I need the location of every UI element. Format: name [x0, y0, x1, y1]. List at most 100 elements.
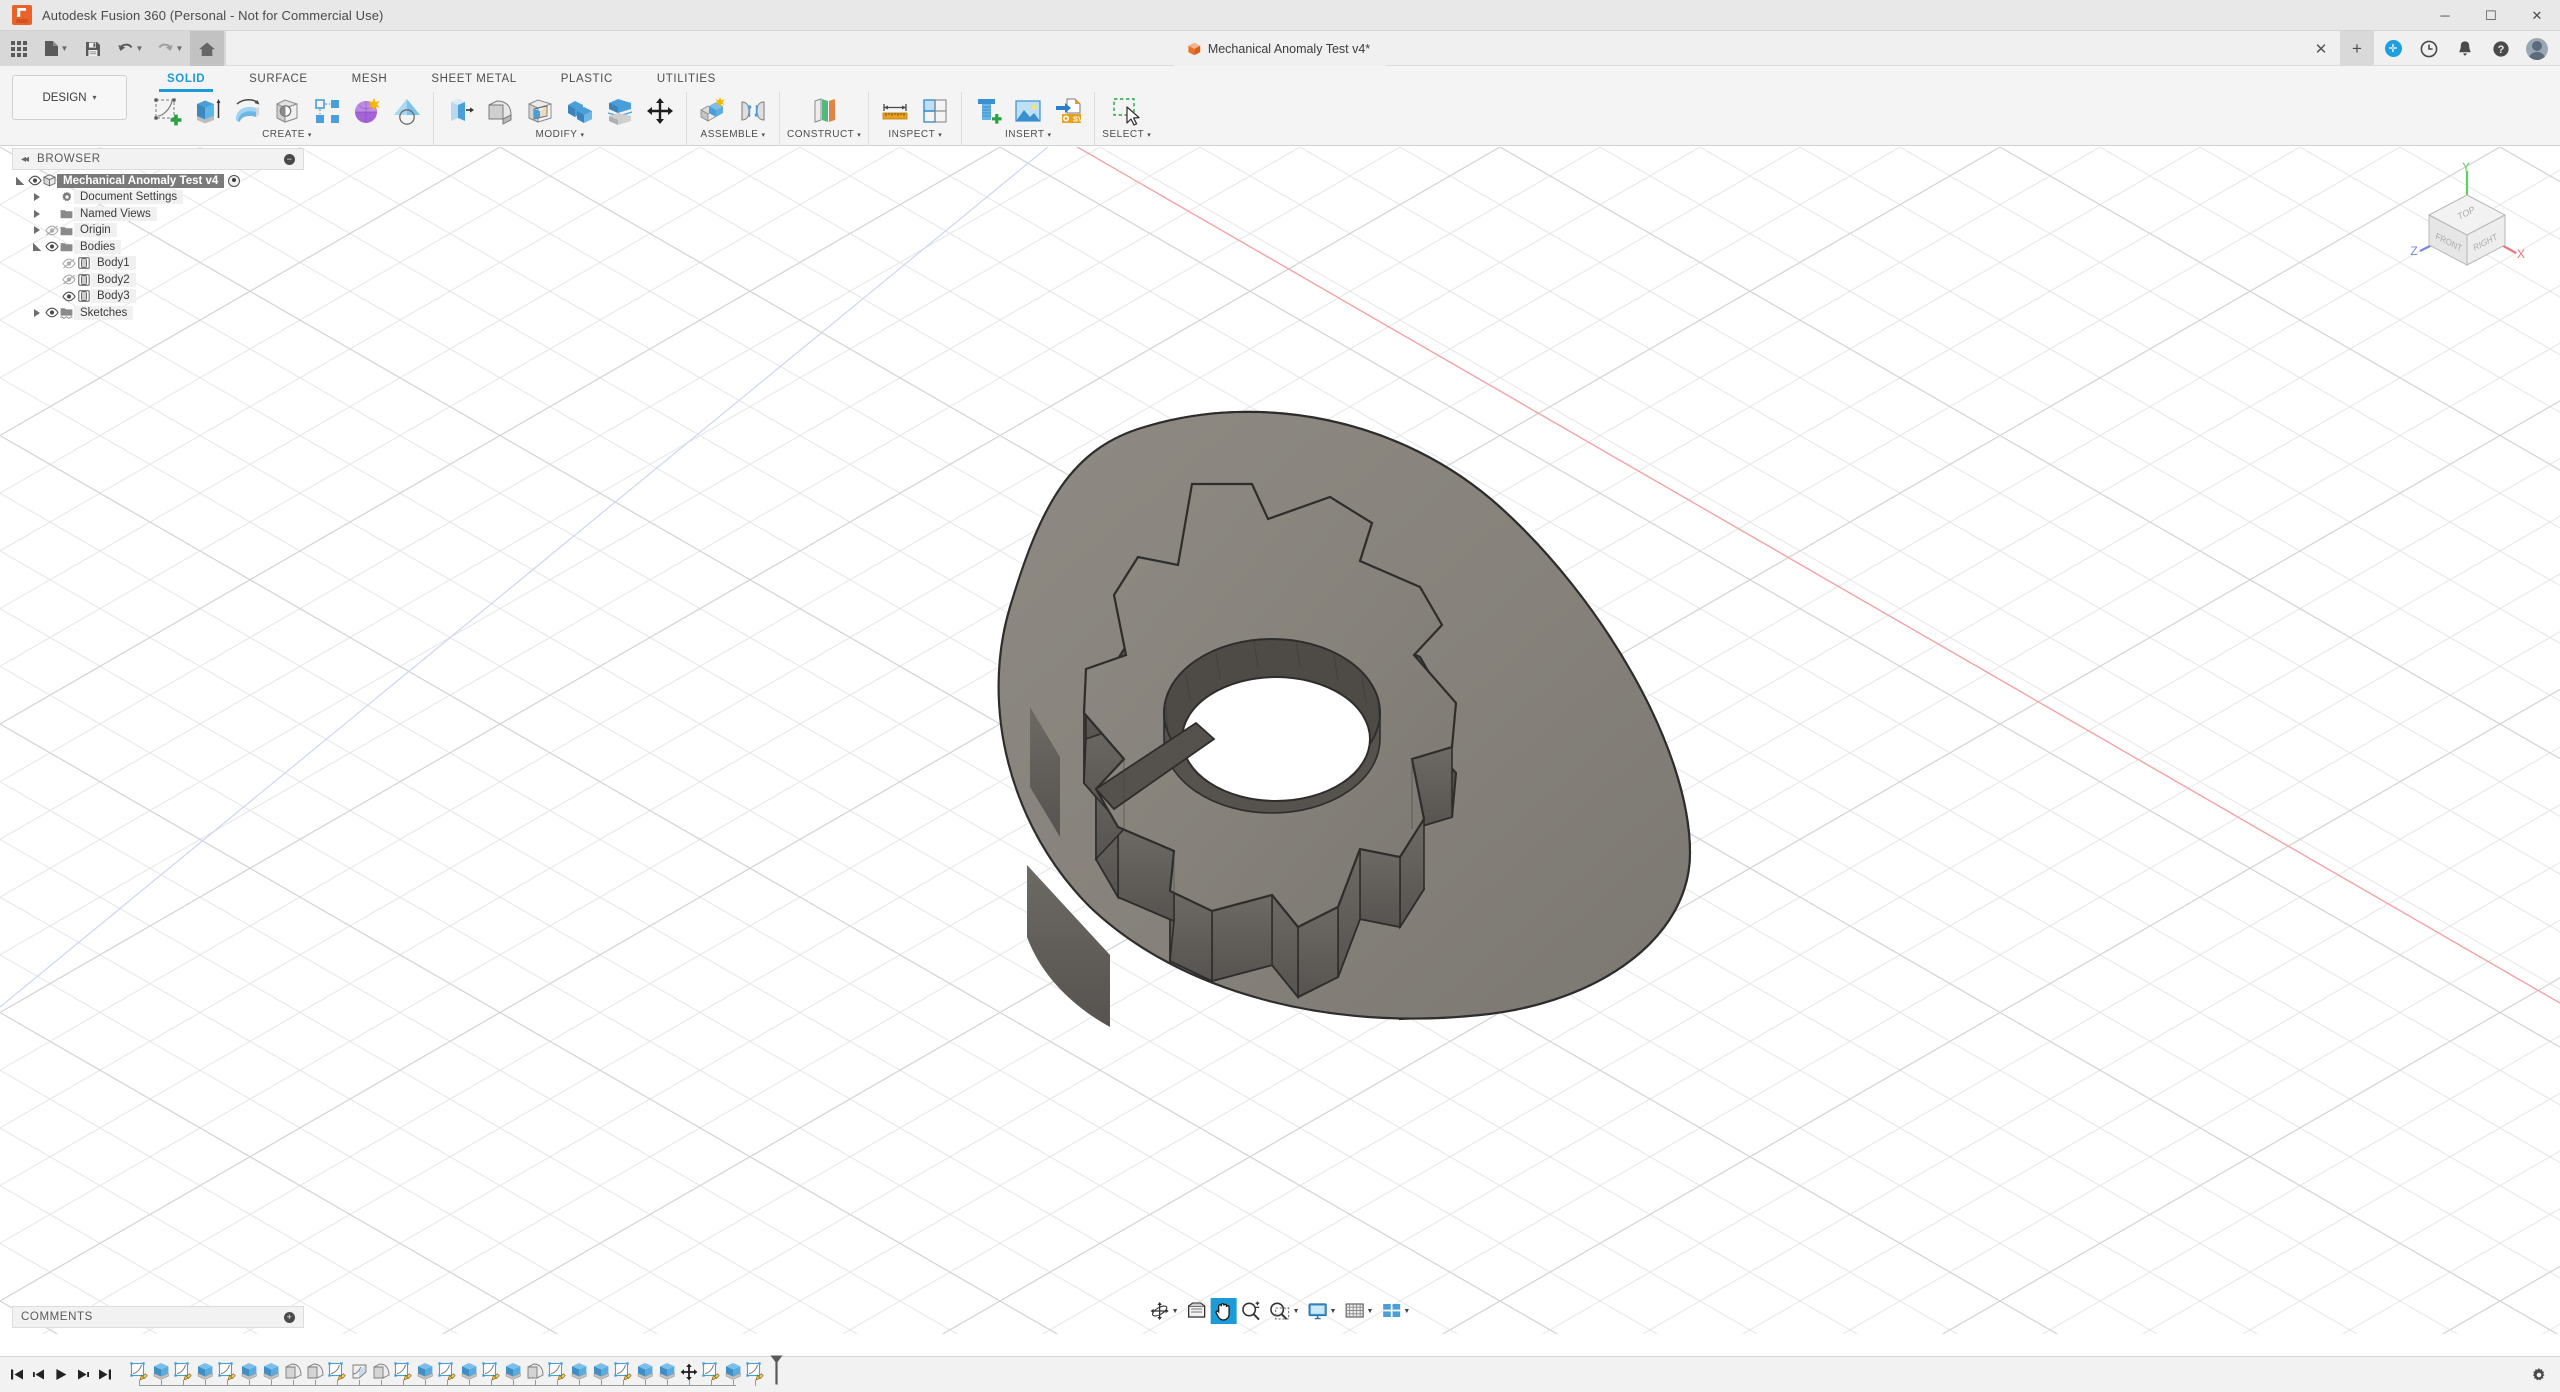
tab-plastic[interactable]: PLASTIC — [539, 66, 635, 92]
display-settings-button[interactable]: ▼ — [1304, 1298, 1341, 1324]
extension-badge-button[interactable]: ✛ — [2376, 33, 2410, 64]
redo-button[interactable]: ▼ — [150, 31, 190, 66]
panel-inspect-label[interactable]: INSPECT ▾ — [888, 129, 942, 140]
tree-item-mechanical-anomaly-test-v4[interactable]: Mechanical Anomaly Test v4 — [12, 173, 304, 188]
sphere-button[interactable] — [348, 93, 386, 129]
tree-item-body1[interactable]: Body1 — [12, 256, 304, 271]
workspace-selector[interactable]: DESIGN ▾ — [12, 75, 127, 120]
maximize-button[interactable]: ☐ — [2468, 0, 2514, 31]
tab-solid[interactable]: SOLID — [145, 66, 227, 92]
new-component-button[interactable] — [694, 93, 732, 129]
tree-item-body3[interactable]: Body3 — [12, 289, 304, 304]
offset-plane-button[interactable] — [805, 93, 843, 129]
tree-item-origin[interactable]: Origin — [12, 223, 304, 238]
look-at-button[interactable] — [1183, 1298, 1211, 1324]
timeline-end-marker[interactable] — [770, 1355, 783, 1390]
hole-button[interactable] — [268, 93, 306, 129]
view-cube[interactable]: Y X Z TOP FRONT RIGHT — [2402, 159, 2532, 279]
select-button[interactable] — [1108, 93, 1146, 129]
eye-hidden-icon[interactable] — [61, 274, 76, 285]
tab-surface[interactable]: SURFACE — [227, 66, 330, 92]
activate-component-radio[interactable] — [228, 174, 241, 187]
section-analysis-button[interactable] — [916, 93, 954, 129]
eye-visible-icon[interactable] — [61, 291, 76, 302]
go-to-end-button[interactable] — [94, 1362, 116, 1388]
home-button[interactable] — [190, 31, 224, 66]
panel-insert: SVG INSERT▾ — [961, 92, 1094, 146]
document-tab-close-button[interactable]: ✕ — [2304, 33, 2338, 64]
revolve-button[interactable] — [228, 93, 266, 129]
timeline-settings-button[interactable] — [2528, 1364, 2550, 1386]
eye-visible-icon[interactable] — [44, 307, 59, 318]
expander-closed-icon[interactable] — [29, 226, 44, 234]
viewports-button[interactable]: ▼ — [1377, 1298, 1414, 1324]
fit-button[interactable]: ▼ — [1265, 1298, 1304, 1324]
play-button[interactable] — [50, 1362, 72, 1388]
expander-closed-icon[interactable] — [29, 193, 44, 201]
expander-open-icon[interactable] — [29, 242, 44, 251]
new-tab-button[interactable]: + — [2340, 31, 2374, 66]
fillet-button[interactable] — [481, 93, 519, 129]
tab-sheet-metal[interactable]: SHEET METAL — [409, 66, 538, 92]
eye-visible-icon[interactable] — [27, 175, 42, 186]
panel-insert-label[interactable]: INSERT ▾ — [1005, 129, 1052, 140]
tab-utilities[interactable]: UTILITIES — [635, 66, 738, 92]
extrude-button[interactable] — [188, 93, 226, 129]
combine-button[interactable] — [561, 93, 599, 129]
step-forward-button[interactable] — [72, 1362, 94, 1388]
pan-button[interactable] — [1210, 1298, 1237, 1324]
save-button[interactable] — [76, 31, 110, 66]
help-button[interactable]: ? — [2484, 33, 2518, 64]
collapse-icon[interactable]: ◂◂ — [21, 154, 29, 165]
insert-svg-button[interactable]: SVG — [1049, 93, 1087, 129]
document-tab[interactable]: Mechanical Anomaly Test v4* — [1173, 31, 1387, 66]
new-file-button[interactable]: ▼ — [36, 31, 76, 66]
app-grid-button[interactable] — [2, 31, 36, 66]
comments-add-button[interactable]: + — [284, 1311, 295, 1323]
panel-modify-label[interactable]: MODIFY ▾ — [536, 129, 585, 140]
notifications-button[interactable] — [2448, 33, 2482, 64]
cone-button[interactable] — [388, 93, 426, 129]
zoom-button[interactable] — [1237, 1298, 1265, 1324]
expander-closed-icon[interactable] — [29, 308, 44, 317]
sketch-icon — [437, 1362, 456, 1381]
canvas-button[interactable] — [1009, 93, 1047, 129]
go-to-beginning-button[interactable] — [6, 1362, 28, 1388]
grid-snap-button[interactable]: ▼ — [1340, 1298, 1377, 1324]
move-copy-button[interactable] — [641, 93, 679, 129]
split-face-button[interactable] — [601, 93, 639, 129]
panel-assemble-label[interactable]: ASSEMBLE ▾ — [701, 129, 766, 140]
close-button[interactable]: ✕ — [2514, 0, 2560, 31]
measure-button[interactable] — [876, 93, 914, 129]
tree-item-body2[interactable]: Body2 — [12, 272, 304, 287]
panel-select-label[interactable]: SELECT ▾ — [1102, 129, 1151, 140]
job-status-button[interactable] — [2412, 33, 2446, 64]
panel-create-label[interactable]: CREATE ▾ — [262, 129, 312, 140]
orbit-button[interactable]: ▼ — [1146, 1298, 1183, 1324]
viewport-canvas[interactable]: ◂◂ BROWSER − Mechanical Anomaly Test v4 … — [0, 147, 2560, 1334]
joint-button[interactable] — [734, 93, 772, 129]
step-back-button[interactable] — [28, 1362, 50, 1388]
gear-body-model[interactable] — [0, 147, 2560, 1334]
tree-item-document-settings[interactable]: Document Settings — [12, 190, 304, 205]
expander-open-icon[interactable] — [12, 176, 27, 185]
tree-item-bodies[interactable]: Bodies — [12, 239, 304, 254]
shell-button[interactable] — [521, 93, 559, 129]
timeline-track[interactable] — [128, 1355, 783, 1392]
tab-mesh[interactable]: MESH — [330, 66, 410, 92]
eye-hidden-icon[interactable] — [44, 225, 59, 236]
insert-mcmaster-button[interactable] — [969, 93, 1007, 129]
create-sketch-button[interactable] — [148, 93, 186, 129]
user-avatar-button[interactable] — [2520, 33, 2554, 64]
tree-item-sketches[interactable]: Sketches — [12, 305, 304, 320]
rectangular-pattern-button[interactable] — [308, 93, 346, 129]
undo-button[interactable]: ▼ — [110, 31, 150, 66]
expander-closed-icon[interactable] — [29, 209, 44, 218]
press-pull-button[interactable] — [441, 93, 479, 129]
tree-item-named-views[interactable]: Named Views — [12, 206, 304, 221]
minimize-button[interactable]: ─ — [2422, 0, 2468, 31]
eye-hidden-icon[interactable] — [61, 258, 76, 269]
browser-settings-icon[interactable]: − — [284, 153, 295, 165]
eye-visible-icon[interactable] — [44, 241, 59, 252]
panel-construct-label[interactable]: CONSTRUCT ▾ — [787, 129, 861, 140]
